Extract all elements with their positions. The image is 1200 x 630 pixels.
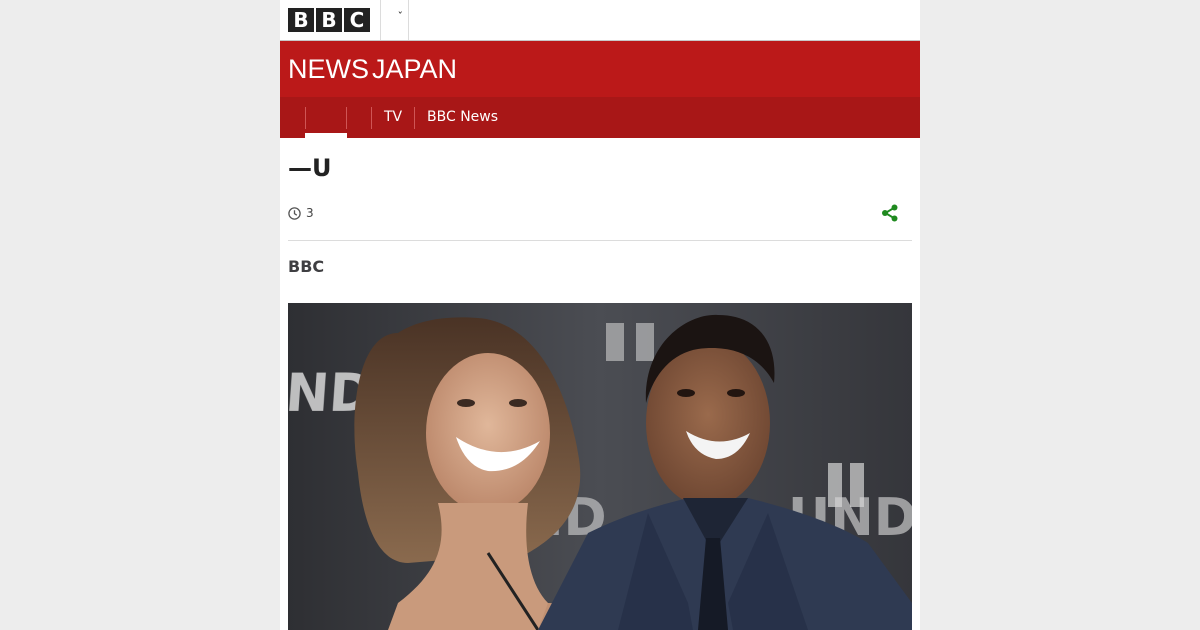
nav-separator (371, 107, 372, 129)
chevron-down-icon[interactable]: ˇ (398, 11, 404, 22)
section-nav: TV BBC News (280, 97, 920, 138)
top-bar: B B C ˇ (280, 0, 920, 40)
photo-illustration: ND ND UND (288, 303, 912, 630)
nav-item-tv[interactable]: TV (384, 97, 402, 138)
masthead: NEWS JAPAN (280, 41, 920, 97)
bbc-logo-letter: B (316, 8, 342, 32)
nav-item-secondary[interactable] (347, 97, 371, 138)
news-japan-brand[interactable]: NEWS JAPAN (288, 53, 457, 85)
nav-separator (414, 107, 415, 129)
nav-item-bbc-news[interactable]: BBC News (427, 97, 498, 138)
top-divider (380, 0, 381, 40)
article-meta: 3 (288, 205, 314, 221)
article-photo: ND ND UND (288, 303, 912, 630)
page: B B C ˇ NEWS JAPAN TV BBC News —U 3 BBC … (280, 0, 920, 630)
share-icon[interactable] (880, 203, 900, 223)
article-divider (288, 240, 912, 241)
article-byline: BBC (288, 257, 325, 276)
nav-active-indicator (305, 133, 347, 138)
bbc-logo-letter: B (288, 8, 314, 32)
brand-japan: JAPAN (372, 54, 458, 84)
brand-news: NEWS (288, 54, 369, 84)
top-divider (408, 0, 409, 40)
article-title: —U (288, 154, 332, 182)
clock-icon (288, 206, 301, 220)
nav-item-home[interactable] (306, 97, 346, 138)
bbc-logo-letter: C (344, 8, 370, 32)
bbc-logo[interactable]: B B C (288, 8, 370, 32)
article-timestamp: 3 (306, 206, 314, 220)
